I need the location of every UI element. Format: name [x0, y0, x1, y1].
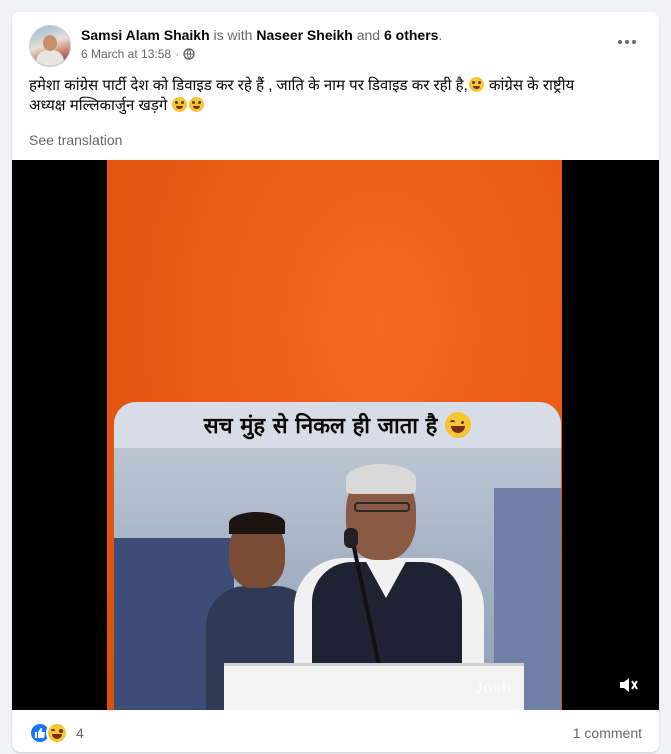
- meta-separator: ·: [175, 47, 180, 61]
- laughing-emoji-icon: [445, 412, 472, 438]
- post-date[interactable]: 6 March at 13:58: [81, 46, 171, 62]
- squinting-tongue-emoji-icon: [189, 97, 205, 112]
- post-header: Samsi Alam Shaikh is with Naseer Sheikh …: [12, 12, 659, 72]
- globe-icon[interactable]: [183, 48, 195, 60]
- video-scene: Josh: [114, 448, 561, 710]
- dot-icon: [618, 40, 622, 44]
- post-text-line1: हमेशा कांग्रेस पार्टी देश को डिवाइड कर र…: [29, 77, 468, 94]
- others-link[interactable]: 6 others: [384, 27, 438, 43]
- squinting-tongue-emoji-icon: [172, 97, 188, 112]
- video-player[interactable]: सच मुंह से निकल ही जाता है Josh: [12, 160, 659, 710]
- post-card: Samsi Alam Shaikh is with Naseer Sheikh …: [12, 12, 659, 752]
- reaction-count[interactable]: 4: [76, 724, 84, 742]
- grinning-emoji-icon: [468, 77, 484, 92]
- more-options-button[interactable]: [609, 30, 645, 54]
- speaker-muted-icon[interactable]: [611, 668, 645, 702]
- video-caption-box: सच मुंह से निकल ही जाता है: [114, 402, 561, 448]
- comment-count[interactable]: 1 comment: [573, 724, 642, 742]
- post-meta: 6 March at 13:58 ·: [81, 46, 195, 62]
- tagged-person[interactable]: Naseer Sheikh: [256, 27, 353, 43]
- and-text: and: [356, 27, 381, 43]
- avatar-body: [36, 50, 64, 66]
- speaker-hair: [346, 464, 416, 494]
- author-line: Samsi Alam Shaikh is with Naseer Sheikh …: [81, 26, 442, 44]
- with-text: is with: [213, 27, 253, 43]
- dot-icon: [625, 40, 629, 44]
- post-text-line1b: कांग्रेस के राष्ट्रीय: [484, 77, 575, 94]
- post-footer: 4 1 comment: [12, 710, 659, 752]
- see-translation-link[interactable]: See translation: [29, 131, 122, 149]
- speaker-glasses: [354, 502, 410, 512]
- author-name[interactable]: Samsi Alam Shaikh: [81, 27, 210, 43]
- video-frame: सच मुंह से निकल ही जाता है Josh: [107, 160, 562, 710]
- haha-icon[interactable]: [46, 722, 68, 744]
- post-text-line2: अध्यक्ष मल्लिकार्जुन खड़गे: [29, 97, 172, 114]
- person-background-hair: [229, 512, 285, 534]
- post-text: हमेशा कांग्रेस पार्टी देश को डिवाइड कर र…: [29, 76, 639, 116]
- author-avatar[interactable]: [29, 25, 71, 67]
- video-caption: सच मुंह से निकल ही जाता है: [203, 414, 438, 439]
- video-watermark: Josh: [474, 680, 512, 697]
- avatar-face: [43, 35, 57, 51]
- dot-icon: [632, 40, 636, 44]
- microphone-icon: [344, 528, 358, 548]
- period: .: [438, 27, 443, 43]
